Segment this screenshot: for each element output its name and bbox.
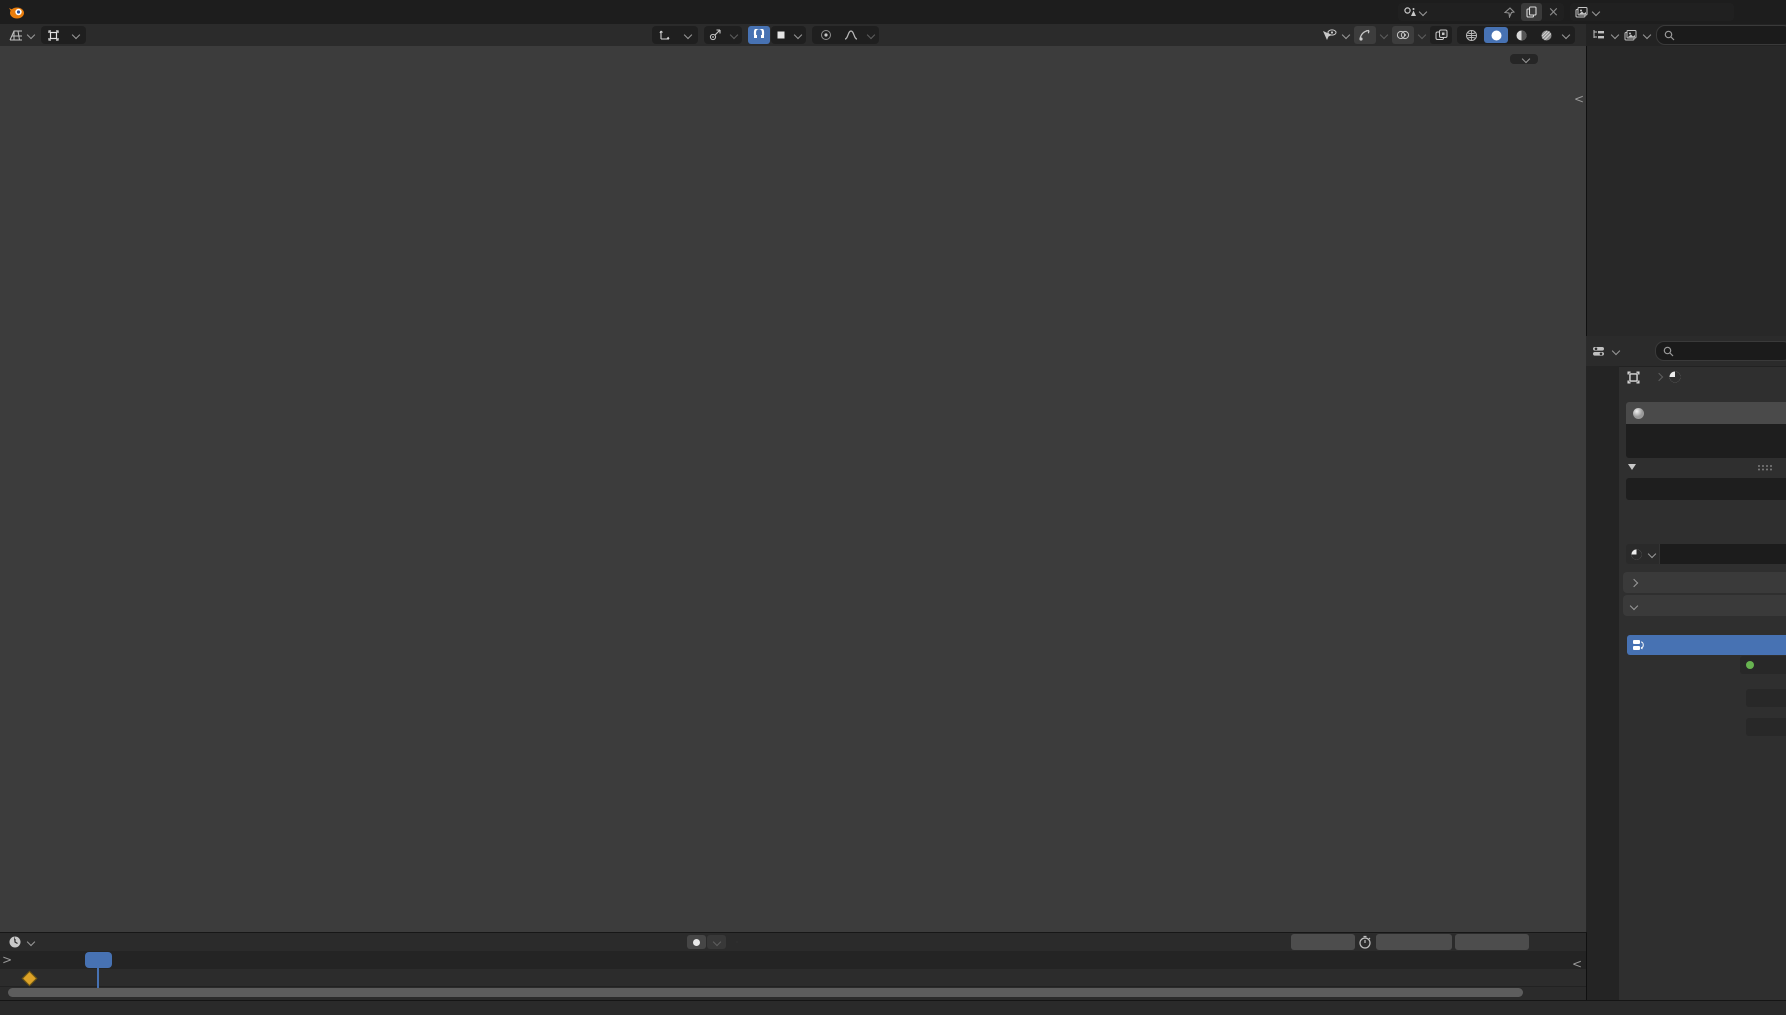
properties-header (1586, 336, 1786, 367)
shader-socket-dot (1746, 661, 1754, 669)
timeline-scrollbar[interactable] (8, 988, 1523, 997)
material-sphere-icon (1632, 407, 1645, 420)
sidebar-collapse-icon[interactable]: < (1574, 92, 1584, 106)
properties-tab-strip (1586, 366, 1619, 1000)
orientation-icon (659, 29, 671, 41)
mode-selector[interactable] (41, 26, 86, 44)
timeline-header (0, 933, 1586, 951)
browse-material-button[interactable] (1626, 544, 1659, 564)
shading-solid-button[interactable] (1484, 27, 1508, 43)
material-datablock-row (1626, 544, 1786, 564)
record-options-dropdown[interactable] (707, 935, 726, 949)
frame-start-field[interactable] (1376, 934, 1452, 950)
topbar: × (0, 0, 1786, 24)
timeline-editor-type-button[interactable] (8, 935, 34, 949)
stopwatch-icon (1358, 935, 1372, 949)
transform-orientation-selector[interactable] (652, 26, 698, 44)
playback-controls (687, 935, 738, 949)
scene-name[interactable] (1431, 3, 1499, 21)
outliner-display-mode-button[interactable] (1624, 29, 1650, 41)
material-icon (1630, 548, 1643, 561)
object-icon (1627, 371, 1640, 384)
timeline-collapse-icon[interactable]: < (1572, 957, 1582, 971)
blender-window: × (0, 0, 1786, 1015)
timeline-editor: < < (0, 932, 1587, 1001)
slot-list-footer (1626, 478, 1786, 500)
properties-search-input[interactable] (1655, 341, 1786, 361)
object-mode-icon (48, 30, 59, 41)
editor-type-button[interactable] (6, 29, 37, 42)
properties-editor (1586, 336, 1786, 1000)
outliner-header (1586, 24, 1786, 47)
subsurface-method-dropdown[interactable] (1746, 718, 1786, 736)
material-slot-list (1626, 402, 1786, 458)
view-layer-name[interactable] (1604, 3, 1734, 21)
keyframe-diamond[interactable] (22, 971, 38, 987)
properties-content (1619, 366, 1786, 1000)
new-datablock-icon[interactable] (1521, 3, 1542, 21)
status-bar (0, 1000, 1786, 1015)
pivot-point-selector[interactable] (704, 26, 742, 44)
current-frame-badge[interactable] (85, 952, 112, 968)
outliner-editor-type-button[interactable] (1592, 29, 1618, 41)
search-icon (1664, 30, 1675, 41)
snap-target-selector[interactable] (771, 26, 806, 44)
scene-render (0, 46, 1586, 932)
proportional-falloff-selector[interactable] (839, 27, 863, 43)
surface-panel-header[interactable] (1623, 595, 1786, 616)
preview-panel-header[interactable] (1623, 572, 1786, 593)
blender-logo-icon[interactable] (8, 5, 25, 19)
distribution-dropdown[interactable] (1746, 689, 1786, 707)
outliner (1586, 46, 1786, 338)
surface-shader-field[interactable] (1740, 656, 1786, 674)
visibility-dropdown[interactable] (1322, 29, 1349, 41)
timeline-ruler[interactable] (0, 951, 1586, 969)
outliner-search-input[interactable] (1656, 25, 1786, 45)
viewport-header (0, 24, 1586, 47)
scene-icon[interactable] (1398, 3, 1431, 21)
unlink-icon[interactable]: × (1543, 3, 1564, 21)
material-slot-row[interactable] (1626, 402, 1786, 424)
xray-toggle[interactable] (1430, 26, 1452, 44)
shading-material-button[interactable] (1509, 27, 1533, 43)
current-frame-field[interactable] (1291, 934, 1355, 950)
shading-rendered-button[interactable] (1534, 27, 1558, 43)
surface-shader-row (1619, 656, 1786, 674)
resize-grip-icon[interactable] (1757, 464, 1773, 471)
nodes-icon (1632, 639, 1646, 651)
channel-expand-icon[interactable]: < (2, 953, 12, 967)
slot-specials-button[interactable] (1628, 464, 1636, 470)
proportional-editing-toggle[interactable] (814, 27, 838, 43)
material-name-field[interactable] (1659, 544, 1786, 564)
breadcrumb (1627, 370, 1688, 384)
shading-wireframe-button[interactable] (1459, 27, 1483, 43)
view-layer-icon[interactable] (1570, 3, 1604, 21)
overlays-toggle[interactable] (1392, 26, 1414, 44)
scene-selector[interactable]: × (1398, 3, 1564, 21)
timeline-channels[interactable] (0, 969, 1586, 987)
snap-toggle[interactable] (748, 26, 770, 44)
options-button[interactable] (1510, 54, 1538, 64)
material-icon (1668, 370, 1682, 384)
search-icon (1663, 346, 1674, 357)
record-button[interactable] (687, 935, 706, 949)
pin-icon[interactable] (1499, 3, 1520, 21)
use-nodes-button[interactable] (1627, 635, 1786, 655)
view-layer-selector[interactable] (1570, 3, 1734, 21)
properties-editor-type-button[interactable] (1592, 345, 1619, 358)
gizmos-toggle[interactable] (1354, 26, 1376, 44)
frame-end-field[interactable] (1455, 934, 1529, 950)
viewport-3d[interactable]: < (0, 46, 1587, 932)
